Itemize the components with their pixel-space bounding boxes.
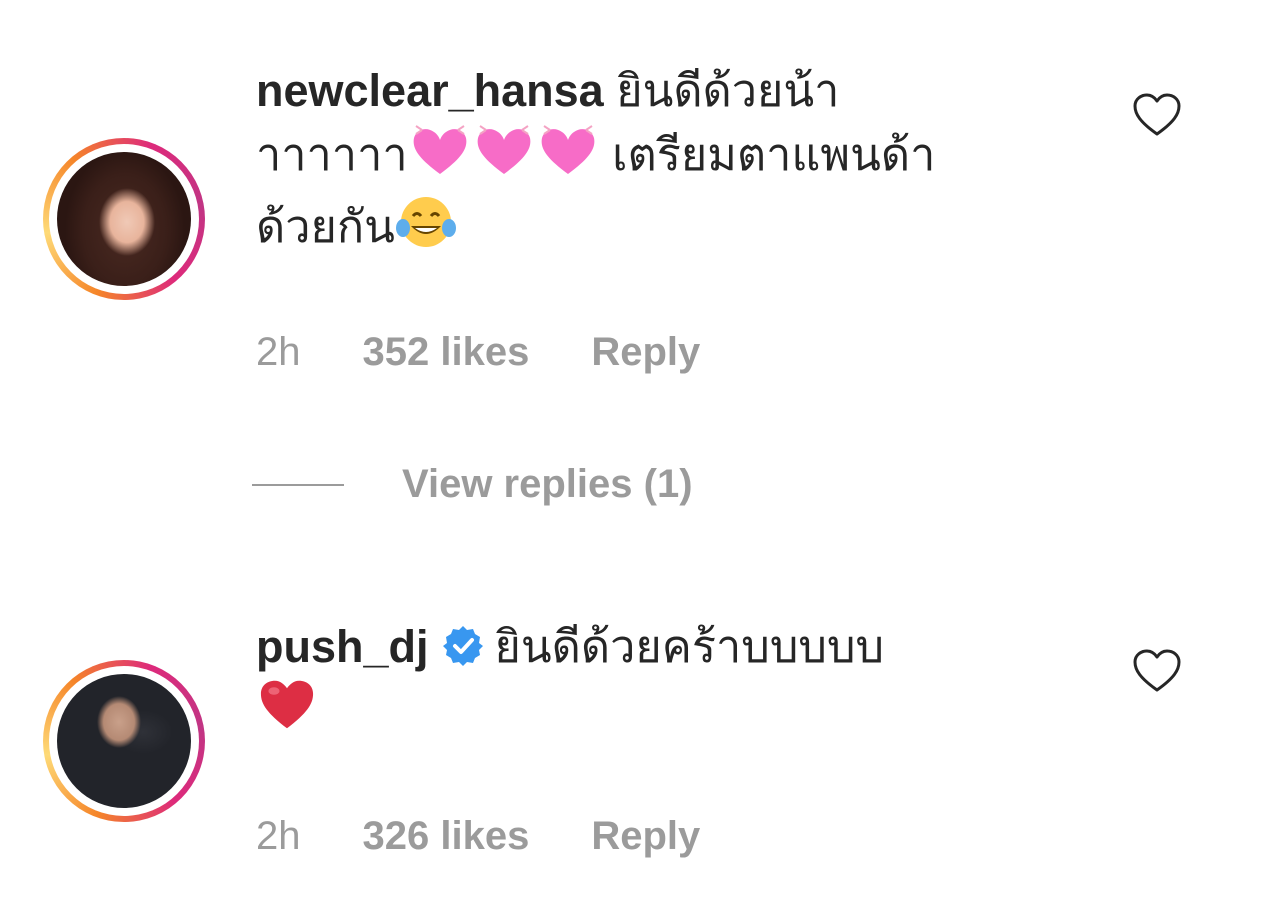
comment-meta: 2h 326 likes Reply xyxy=(256,814,700,859)
comment-text-line1: ยินดีด้วยน้า xyxy=(603,65,840,116)
comment-meta: 2h 352 likes Reply xyxy=(256,330,700,375)
avatar[interactable] xyxy=(57,152,191,286)
heart-eyes-pink-heart-emoji xyxy=(536,122,600,194)
like-heart-icon[interactable] xyxy=(1132,648,1182,694)
comment-text: push_dj ยินดีด้วยคร้าบบบบบ xyxy=(256,616,1056,748)
heart-eyes-pink-heart-emoji xyxy=(408,122,472,194)
avatar-story-ring[interactable] xyxy=(43,660,205,822)
view-replies-label: View replies (1) xyxy=(402,462,693,506)
comment-text-line1: ยินดีด้วยคร้าบบบบบ xyxy=(494,621,885,672)
comment-username[interactable]: newclear_hansa xyxy=(256,65,604,116)
comment-item: newclear_hansa ยินดีด้วยน้า าาาาาา เตรีย… xyxy=(0,0,1280,560)
comment-likes-count[interactable]: 326 likes xyxy=(363,814,530,859)
comment-username[interactable]: push_dj xyxy=(256,621,429,672)
red-heart-emoji xyxy=(256,678,318,748)
reply-button[interactable]: Reply xyxy=(591,330,700,375)
comment-text: newclear_hansa ยินดีด้วยน้า าาาาาา เตรีย… xyxy=(256,60,1056,266)
comment-likes-count[interactable]: 352 likes xyxy=(363,330,530,375)
comment-text-line2b: เตรียมตาแพนด้า xyxy=(599,129,936,180)
tears-of-joy-emoji xyxy=(395,194,457,266)
comment-timestamp[interactable]: 2h xyxy=(256,814,301,859)
verified-badge-icon xyxy=(441,622,485,666)
like-heart-icon[interactable] xyxy=(1132,92,1182,138)
comment-item: push_dj ยินดีด้วยคร้าบบบบบ 2h 326 likes … xyxy=(0,560,1280,921)
avatar-story-ring[interactable] xyxy=(43,138,205,300)
comment-text-line3: ด้วยกัน xyxy=(256,201,395,252)
divider-line xyxy=(252,483,344,486)
comment-text-line2a: าาาาาา xyxy=(256,129,408,180)
comment-timestamp[interactable]: 2h xyxy=(256,330,301,375)
reply-button[interactable]: Reply xyxy=(591,814,700,859)
view-replies-button[interactable]: View replies (1) xyxy=(252,462,693,507)
avatar[interactable] xyxy=(57,674,191,808)
heart-eyes-pink-heart-emoji xyxy=(472,122,536,194)
